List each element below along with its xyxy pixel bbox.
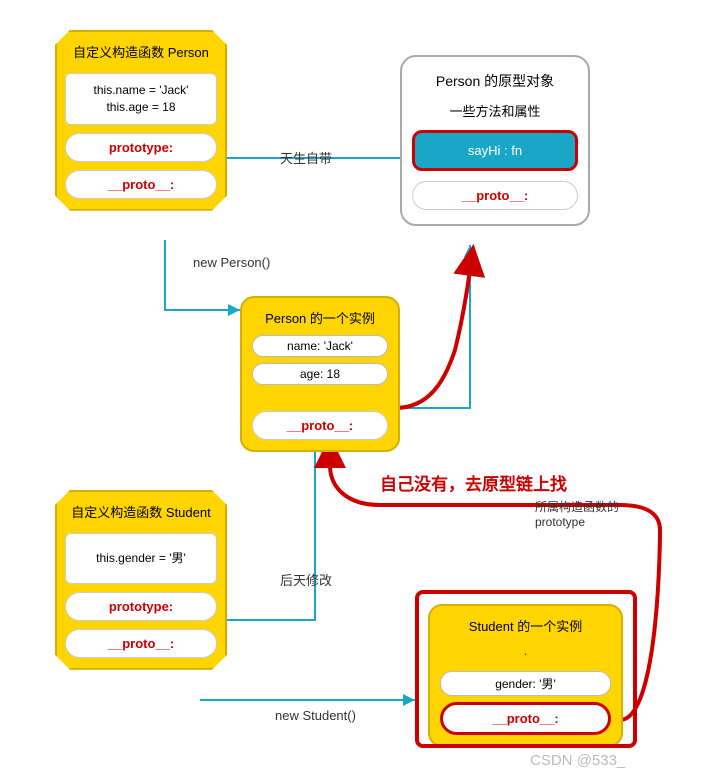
person-prototype-object: Person 的原型对象 一些方法和属性 sayHi : fn __proto_…	[400, 55, 590, 226]
person-instance-age: age: 18	[252, 363, 388, 385]
person-instance-title: Person 的一个实例	[252, 308, 388, 327]
sayhi-method: sayHi : fn	[412, 130, 578, 171]
person-constructor-body: this.name = 'Jack' this.age = 18	[65, 73, 217, 125]
person-instance-box: Person 的一个实例 name: 'Jack' age: 18 __prot…	[240, 296, 400, 452]
student-prototype-label: prototype:	[65, 592, 217, 621]
student-constructor-box: 自定义构造函数 Student this.gender = '男' protot…	[55, 490, 227, 670]
person-proto-label: __proto__:	[65, 170, 217, 199]
student-instance-highlight	[415, 590, 637, 748]
label-born: 天生自带	[280, 148, 332, 167]
label-new-person: new Person()	[193, 255, 270, 270]
person-proto-obj-title: Person 的原型对象	[412, 71, 578, 91]
label-new-student: new Student()	[275, 708, 356, 723]
label-constructor-proto: 所属构造函数的 prototype	[535, 498, 619, 529]
label-later: 后天修改	[280, 570, 332, 589]
person-proto-obj-proto: __proto__:	[412, 181, 578, 210]
person-prototype-label: prototype:	[65, 133, 217, 162]
person-constructor-box: 自定义构造函数 Person this.name = 'Jack' this.a…	[55, 30, 227, 211]
watermark: CSDN @533_	[530, 752, 625, 769]
student-constructor-title: 自定义构造函数 Student	[65, 502, 217, 521]
label-red-note: 自己没有，去原型链上找	[380, 470, 567, 495]
student-constructor-body: this.gender = '男'	[65, 533, 217, 584]
student-proto-label: __proto__:	[65, 629, 217, 658]
person-constructor-title: 自定义构造函数 Person	[65, 42, 217, 61]
person-proto-obj-sub: 一些方法和属性	[412, 101, 578, 120]
person-instance-proto: __proto__:	[252, 411, 388, 440]
person-instance-name: name: 'Jack'	[252, 335, 388, 357]
